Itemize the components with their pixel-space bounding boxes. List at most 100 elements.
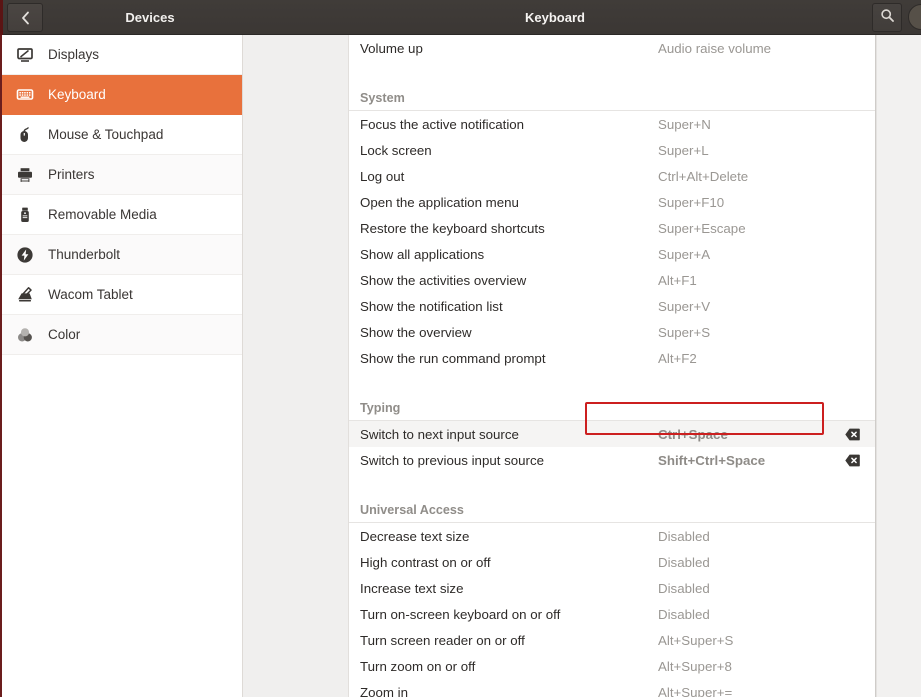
shortcut-accelerator[interactable]: Disabled bbox=[649, 555, 839, 570]
panel-gap bbox=[243, 35, 349, 697]
shortcut-name: Show the overview bbox=[360, 324, 472, 340]
shortcut-name: Increase text size bbox=[360, 580, 464, 596]
keyboard-icon bbox=[14, 84, 36, 106]
table-row[interactable]: Switch to previous input source Shift+Ctr… bbox=[349, 447, 875, 473]
shortcut-name: Open the application menu bbox=[360, 194, 519, 210]
shortcut-accelerator[interactable]: Disabled bbox=[649, 607, 839, 622]
table-row[interactable]: High contrast on or off Disabled bbox=[349, 549, 875, 575]
shortcut-name: Log out bbox=[360, 168, 405, 184]
shortcut-name: Show the notification list bbox=[360, 298, 503, 314]
window-menu-button[interactable] bbox=[908, 4, 921, 30]
sidebar-item-label: Thunderbolt bbox=[48, 247, 121, 262]
sidebar-item-label: Removable Media bbox=[48, 207, 157, 222]
mouse-icon bbox=[14, 124, 36, 146]
clear-shortcut-icon[interactable] bbox=[839, 454, 865, 467]
table-row[interactable]: Turn screen reader on or off Alt+Super+S bbox=[349, 627, 875, 653]
search-button[interactable] bbox=[872, 3, 902, 32]
shortcut-accelerator[interactable]: Super+S bbox=[649, 325, 839, 340]
shortcut-accelerator[interactable]: Super+N bbox=[649, 117, 839, 132]
table-row[interactable]: Turn zoom on or off Alt+Super+8 bbox=[349, 653, 875, 679]
shortcut-accelerator[interactable]: Disabled bbox=[649, 581, 839, 596]
section-header: System bbox=[349, 73, 875, 111]
section-header: Universal Access bbox=[349, 485, 875, 523]
table-row[interactable]: Show the notification list Super+V bbox=[349, 293, 875, 319]
shortcut-accelerator[interactable]: Super+Escape bbox=[649, 221, 839, 236]
shortcut-accelerator[interactable]: Alt+F2 bbox=[649, 351, 839, 366]
shortcut-accelerator[interactable]: Alt+Super+8 bbox=[649, 659, 839, 674]
shortcut-accelerator[interactable]: Disabled bbox=[649, 529, 839, 544]
window-left-edge-accent bbox=[0, 0, 3, 35]
shortcut-accelerator[interactable]: Alt+F1 bbox=[649, 273, 839, 288]
sidebar-item-label: Displays bbox=[48, 47, 100, 62]
page-title: Keyboard bbox=[525, 10, 585, 25]
shortcut-accelerator[interactable]: Super+V bbox=[649, 299, 839, 314]
shortcut-name: Turn zoom on or off bbox=[360, 658, 476, 674]
table-row[interactable]: Show the overview Super+S bbox=[349, 319, 875, 345]
shortcut-name: Decrease text size bbox=[360, 528, 470, 544]
clear-shortcut-icon[interactable] bbox=[839, 428, 865, 441]
shortcut-name: Restore the keyboard shortcuts bbox=[360, 220, 545, 236]
shortcut-accelerator[interactable]: Ctrl+Alt+Delete bbox=[649, 169, 839, 184]
sidebar-item-displays[interactable]: Displays bbox=[0, 35, 242, 75]
chevron-left-icon bbox=[20, 11, 31, 25]
table-row[interactable]: Show the run command prompt Alt+F2 bbox=[349, 345, 875, 371]
sidebar-item-color[interactable]: Color bbox=[0, 315, 242, 355]
sidebar-item-label: Keyboard bbox=[48, 87, 106, 102]
shortcut-name: Lock screen bbox=[360, 142, 432, 158]
shortcut-name: Show all applications bbox=[360, 246, 485, 262]
printer-icon bbox=[14, 164, 36, 186]
shortcut-accelerator[interactable]: Alt+Super+= bbox=[649, 685, 839, 697]
shortcuts-list: Volume up Audio raise volume System Focus t… bbox=[349, 35, 876, 697]
wacom-tablet-icon bbox=[14, 284, 36, 306]
title-bar: Devices Keyboard bbox=[0, 0, 921, 35]
sidebar-item-keyboard[interactable]: Keyboard bbox=[0, 75, 242, 115]
shortcut-name: Volume up bbox=[360, 40, 423, 56]
table-row[interactable]: Lock screen Super+L bbox=[349, 137, 875, 163]
shortcut-accelerator[interactable]: Alt+Super+S bbox=[649, 633, 839, 648]
thunderbolt-icon bbox=[14, 244, 36, 266]
devices-panel-title: Devices bbox=[125, 10, 175, 25]
sidebar-item-label: Wacom Tablet bbox=[48, 287, 133, 302]
back-button[interactable] bbox=[7, 3, 43, 32]
shortcut-accelerator[interactable]: Super+F10 bbox=[649, 195, 839, 210]
table-row[interactable]: Decrease text size Disabled bbox=[349, 523, 875, 549]
table-row[interactable]: Turn on-screen keyboard on or off Disable… bbox=[349, 601, 875, 627]
table-row[interactable]: Show the activities overview Alt+F1 bbox=[349, 267, 875, 293]
sidebar-item-printers[interactable]: Printers bbox=[0, 155, 242, 195]
shortcut-accelerator[interactable]: Super+A bbox=[649, 247, 839, 262]
shortcut-accelerator[interactable]: Super+L bbox=[649, 143, 839, 158]
shortcut-accelerator[interactable]: Ctrl+Space bbox=[649, 427, 839, 442]
table-row[interactable]: Open the application menu Super+F10 bbox=[349, 189, 875, 215]
shortcut-name: Show the activities overview bbox=[360, 272, 527, 288]
section-header: Typing bbox=[349, 383, 875, 421]
table-row[interactable]: Focus the active notification Super+N bbox=[349, 111, 875, 137]
search-icon bbox=[880, 8, 895, 28]
sidebar-item-wacom-tablet[interactable]: Wacom Tablet bbox=[0, 275, 242, 315]
sidebar-item-mouse-touchpad[interactable]: Mouse & Touchpad bbox=[0, 115, 242, 155]
table-row[interactable]: Log out Ctrl+Alt+Delete bbox=[349, 163, 875, 189]
sidebar-item-removable-media[interactable]: Removable Media bbox=[0, 195, 242, 235]
table-row[interactable]: Volume up Audio raise volume bbox=[349, 35, 875, 61]
sidebar-item-label: Color bbox=[48, 327, 81, 342]
table-row[interactable]: Switch to next input source Ctrl+Space bbox=[349, 421, 875, 447]
table-row[interactable]: Zoom in Alt+Super+= bbox=[349, 679, 875, 697]
table-row[interactable]: Restore the keyboard shortcuts Super+Esca… bbox=[349, 215, 875, 241]
display-icon bbox=[14, 44, 36, 66]
shortcut-name: Switch to next input source bbox=[360, 426, 519, 442]
shortcut-name: Show the run command prompt bbox=[360, 350, 546, 366]
shortcut-name: Switch to previous input source bbox=[360, 452, 545, 468]
sidebar: Displays Keyboard Mouse & Touchpad Printers… bbox=[0, 35, 243, 697]
shortcut-accelerator[interactable]: Audio raise volume bbox=[649, 41, 839, 56]
sidebar-left-edge-accent bbox=[0, 35, 2, 697]
table-row[interactable]: Increase text size Disabled bbox=[349, 575, 875, 601]
table-row[interactable]: Show all applications Super+A bbox=[349, 241, 875, 267]
usb-drive-icon bbox=[14, 204, 36, 226]
shortcut-name: Zoom in bbox=[360, 684, 409, 697]
color-icon bbox=[14, 324, 36, 346]
sidebar-item-thunderbolt[interactable]: Thunderbolt bbox=[0, 235, 242, 275]
shortcut-accelerator[interactable]: Shift+Ctrl+Space bbox=[649, 453, 839, 468]
shortcut-name: Focus the active notification bbox=[360, 116, 525, 132]
